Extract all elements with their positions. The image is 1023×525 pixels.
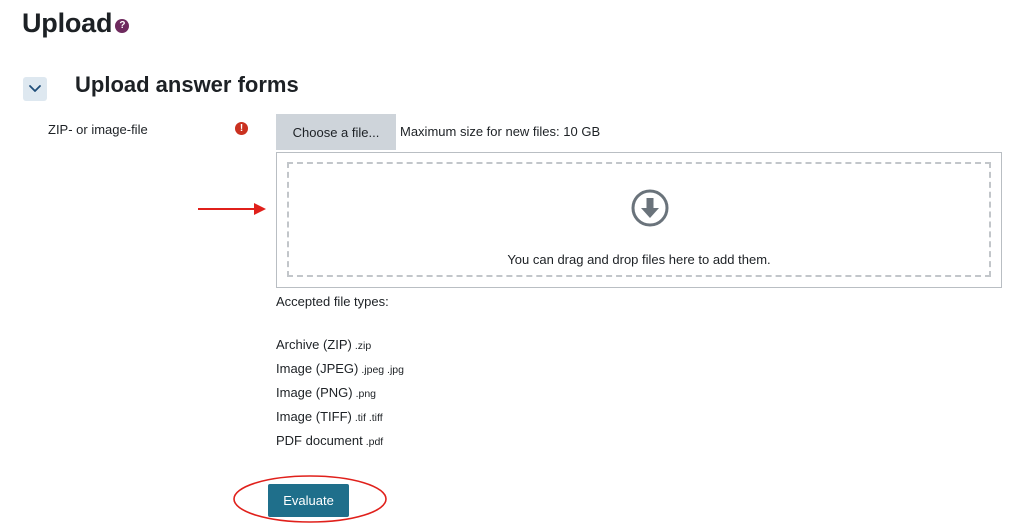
- page-title-text: Upload: [22, 8, 113, 38]
- section-title: Upload answer forms: [75, 72, 299, 97]
- type-extension: .zip: [354, 340, 372, 352]
- type-name: Archive (ZIP): [276, 337, 352, 352]
- accepted-type-item: Image (PNG) .png: [276, 384, 404, 408]
- section-collapse-toggle[interactable]: [23, 77, 47, 101]
- accepted-types-list: Archive (ZIP) .zip Image (JPEG) .jpeg .jpg…: [276, 336, 404, 456]
- page-title: Upload ?: [22, 8, 130, 39]
- type-extension: .png: [355, 388, 377, 400]
- type-name: Image (TIFF): [276, 409, 352, 424]
- accepted-type-item: Archive (ZIP) .zip: [276, 336, 404, 360]
- accepted-type-item: Image (TIFF) .tif .tiff: [276, 408, 404, 432]
- max-size-text: Maximum size for new files: 10 GB: [400, 124, 601, 139]
- annotation-arrow-icon: [198, 203, 266, 215]
- type-name: Image (PNG): [276, 385, 353, 400]
- dropzone-dashed-area[interactable]: You can drag and drop files here to add …: [287, 162, 991, 277]
- question-icon[interactable]: ?: [115, 18, 130, 33]
- download-circle-icon: [631, 189, 669, 227]
- evaluate-button[interactable]: Evaluate: [268, 484, 349, 517]
- chevron-down-icon: [29, 85, 41, 92]
- type-extension: .tif .tiff: [354, 412, 383, 424]
- accepted-type-item: Image (JPEG) .jpeg .jpg: [276, 360, 404, 384]
- dropzone-text: You can drag and drop files here to add …: [507, 252, 771, 267]
- file-dropzone[interactable]: You can drag and drop files here to add …: [276, 152, 1002, 288]
- file-field-label: ZIP- or image-file: [48, 122, 148, 137]
- type-extension: .pdf: [365, 436, 384, 448]
- accepted-type-item: PDF document .pdf: [276, 432, 404, 456]
- type-name: Image (JPEG): [276, 361, 359, 376]
- exclamation-icon: !: [235, 122, 248, 135]
- type-extension: .jpeg .jpg: [361, 364, 404, 376]
- type-name: PDF document: [276, 433, 363, 448]
- choose-file-button[interactable]: Choose a file...: [276, 114, 396, 150]
- accepted-types-heading: Accepted file types:: [276, 294, 389, 309]
